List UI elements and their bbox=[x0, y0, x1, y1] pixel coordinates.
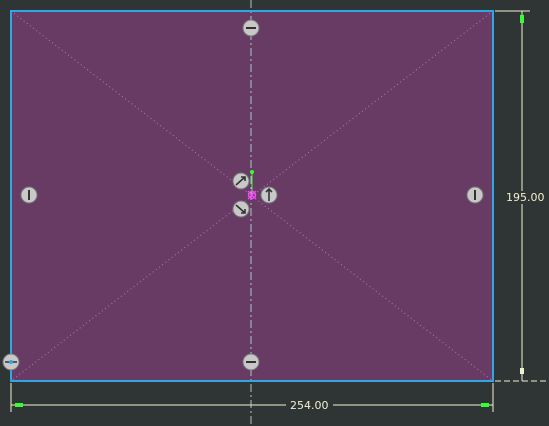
width-dimension-value[interactable]: 254.00 bbox=[286, 399, 333, 412]
center-rotate-handle[interactable] bbox=[232, 172, 250, 190]
height-arrow-bottom-icon bbox=[520, 368, 524, 374]
bottom-midpoint-handle[interactable] bbox=[242, 353, 260, 371]
height-arrow-top-icon bbox=[520, 15, 524, 23]
right-midpoint-handle[interactable] bbox=[466, 186, 484, 204]
height-dimension-value[interactable]: 195.00 bbox=[502, 191, 549, 204]
sketch-canvas[interactable] bbox=[0, 0, 549, 426]
left-midpoint-handle[interactable] bbox=[20, 186, 38, 204]
center-move-handle[interactable] bbox=[260, 186, 278, 204]
width-arrow-left-icon bbox=[15, 403, 23, 407]
top-midpoint-handle[interactable] bbox=[242, 19, 260, 37]
center-scale-handle[interactable] bbox=[232, 200, 250, 218]
width-dimension[interactable] bbox=[10, 383, 494, 412]
origin-y-axis-tip-icon bbox=[250, 170, 254, 174]
width-arrow-right-icon bbox=[481, 403, 489, 407]
bottom-left-corner-handle[interactable] bbox=[2, 353, 20, 371]
